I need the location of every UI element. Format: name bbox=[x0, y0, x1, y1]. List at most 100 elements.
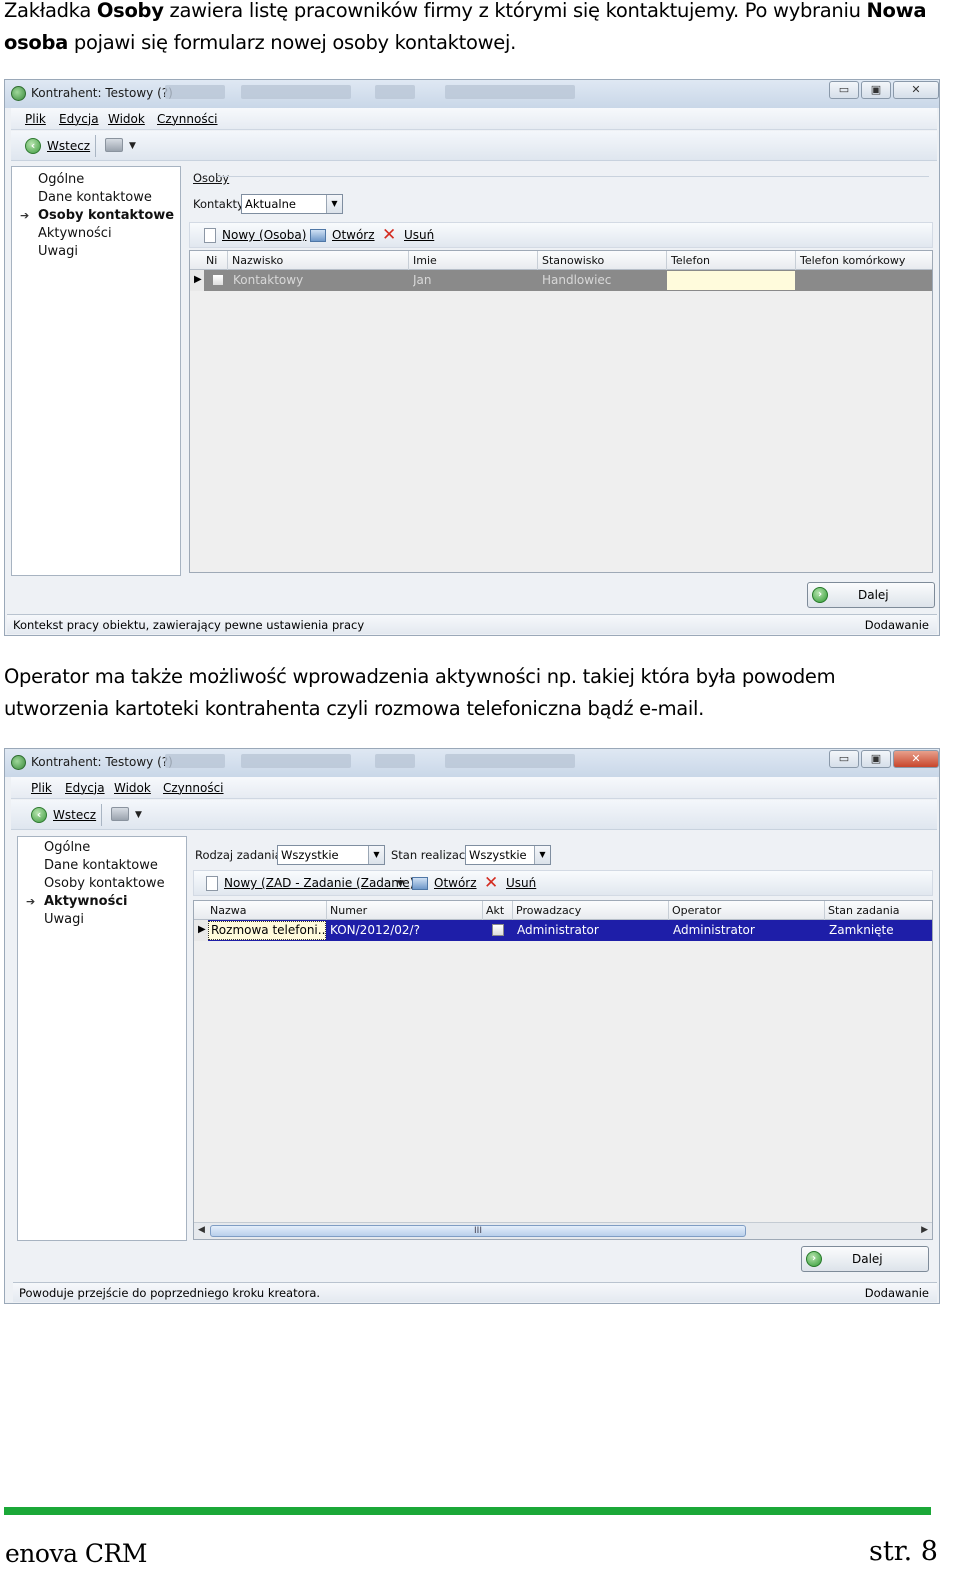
nav-aktywnosci[interactable]: Aktywności bbox=[44, 894, 128, 909]
scroll-right-icon[interactable]: ▶ bbox=[921, 1225, 928, 1235]
chevron-down-icon[interactable]: ▼ bbox=[135, 810, 142, 820]
cell-prowadzacy[interactable]: Administrator bbox=[517, 923, 667, 937]
col-nazwa[interactable]: Nazwa bbox=[210, 904, 246, 917]
col-telefon-komorkowy[interactable]: Telefon komórkowy bbox=[800, 254, 905, 267]
cell-imie[interactable]: Jan bbox=[413, 273, 533, 287]
row-checkbox[interactable] bbox=[212, 274, 224, 286]
printer-icon[interactable] bbox=[111, 807, 129, 821]
menu-plik[interactable]: Plik bbox=[25, 112, 46, 126]
table-row[interactable]: ▶ Kontaktowy Jan Handlowiec bbox=[190, 270, 932, 291]
nav-dane-kontaktowe[interactable]: Dane kontaktowe bbox=[44, 858, 158, 873]
nav-osoby-kontaktowe[interactable]: Osoby kontaktowe bbox=[38, 208, 174, 223]
nav-osoby-kontaktowe[interactable]: Osoby kontaktowe bbox=[44, 876, 165, 891]
chevron-down-icon[interactable]: ▼ bbox=[129, 141, 136, 151]
status-bar: Kontekst pracy obiektu, zawierający pewn… bbox=[7, 614, 937, 634]
nav-ogolne[interactable]: Ogólne bbox=[38, 172, 84, 187]
back-button[interactable]: Wstecz bbox=[53, 808, 96, 822]
maximize-button[interactable]: ▣ bbox=[861, 81, 891, 99]
contacts-filter-select[interactable]: Aktualne ▼ bbox=[241, 194, 343, 214]
col-stan-zadania[interactable]: Stan zadania bbox=[828, 904, 900, 917]
group-divider bbox=[217, 176, 929, 177]
header-separator bbox=[512, 901, 513, 920]
minimize-button[interactable]: ▭ bbox=[829, 750, 859, 768]
forward-arrow-icon: › bbox=[806, 1251, 822, 1267]
cell-operator[interactable]: Administrator bbox=[673, 923, 823, 937]
menu-czynnosci[interactable]: Czynności bbox=[157, 112, 218, 126]
row-pointer-icon: ▶ bbox=[194, 274, 202, 285]
chevron-down-icon[interactable]: ▼ bbox=[397, 879, 404, 889]
scroll-thumb[interactable]: III bbox=[210, 1225, 746, 1237]
status-filter-select[interactable]: Wszystkie ▼ bbox=[465, 845, 551, 865]
section-nav: Ogólne Dane kontaktowe ➔ Osoby kontaktow… bbox=[11, 166, 181, 576]
chevron-down-icon[interactable]: ▼ bbox=[326, 195, 342, 213]
cell-nazwisko[interactable]: Kontaktowy bbox=[233, 273, 405, 287]
printer-icon[interactable] bbox=[105, 138, 123, 152]
nav-uwagi[interactable]: Uwagi bbox=[38, 244, 78, 259]
main-toolbar: ‹ Wstecz ▼ bbox=[11, 131, 937, 161]
minimize-button[interactable]: ▭ bbox=[829, 81, 859, 99]
header-separator bbox=[326, 901, 327, 920]
delete-x-icon: ✕ bbox=[382, 225, 397, 245]
new-person-button[interactable]: Nowy (Osoba) bbox=[222, 228, 306, 242]
header-separator bbox=[795, 251, 796, 270]
open-icon bbox=[412, 877, 428, 890]
nav-uwagi[interactable]: Uwagi bbox=[44, 912, 84, 927]
close-button[interactable]: ✕ bbox=[893, 750, 939, 768]
delete-button[interactable]: Usuń bbox=[506, 876, 536, 890]
menu-czynnosci[interactable]: Czynności bbox=[163, 781, 224, 795]
header-separator bbox=[666, 251, 667, 270]
horizontal-scrollbar[interactable]: ◀ III ▶ bbox=[194, 1222, 932, 1239]
open-button[interactable]: Otwórz bbox=[434, 876, 477, 890]
col-telefon[interactable]: Telefon bbox=[671, 254, 710, 267]
next-button[interactable]: › Dalej bbox=[801, 1246, 929, 1272]
menu-widok[interactable]: Widok bbox=[114, 781, 151, 795]
main-toolbar: ‹ Wstecz ▼ bbox=[11, 800, 937, 830]
nav-ogolne[interactable]: Ogólne bbox=[44, 840, 90, 855]
col-imie[interactable]: Imie bbox=[413, 254, 437, 267]
col-akt[interactable]: Akt bbox=[486, 904, 504, 917]
next-button[interactable]: › Dalej bbox=[807, 582, 935, 608]
status-mode: Dodawanie bbox=[864, 618, 929, 632]
delete-button[interactable]: Usuń bbox=[404, 228, 434, 242]
back-arrow-icon[interactable]: ‹ bbox=[31, 807, 47, 823]
cell-stanowisko[interactable]: Handlowiec bbox=[542, 273, 662, 287]
section-nav: Ogólne Dane kontaktowe Osoby kontaktowe … bbox=[17, 836, 187, 1241]
menu-widok[interactable]: Widok bbox=[108, 112, 145, 126]
nav-dane-kontaktowe[interactable]: Dane kontaktowe bbox=[38, 190, 152, 205]
chevron-down-icon[interactable]: ▼ bbox=[368, 846, 384, 864]
cell-numer[interactable]: KON/2012/02/? bbox=[330, 923, 480, 937]
cell-nazwa[interactable]: Rozmowa telefoni... bbox=[208, 921, 326, 940]
nav-aktywnosci[interactable]: Aktywności bbox=[38, 226, 112, 241]
back-button[interactable]: Wstecz bbox=[47, 139, 90, 153]
activities-paragraph: Operator ma także możliwość wprowadzenia… bbox=[4, 665, 836, 720]
open-button[interactable]: Otwórz bbox=[332, 228, 375, 242]
cell-stan-zadania[interactable]: Zamknięte bbox=[829, 923, 925, 937]
header-separator bbox=[482, 901, 483, 920]
new-task-button[interactable]: Nowy (ZAD - Zadanie (Zadanie)) bbox=[224, 876, 419, 890]
grid-toolbar: Nowy (ZAD - Zadanie (Zadanie)) ▼ Otwórz … bbox=[193, 870, 933, 896]
task-type-select[interactable]: Wszystkie ▼ bbox=[277, 845, 385, 865]
back-arrow-icon[interactable]: ‹ bbox=[25, 138, 41, 154]
forward-arrow-icon: › bbox=[812, 587, 828, 603]
col-operator[interactable]: Operator bbox=[672, 904, 721, 917]
title-bar: Kontrahent: Testowy (?) ▭ ▣ ✕ bbox=[5, 80, 939, 108]
menu-edycja[interactable]: Edycja bbox=[59, 112, 99, 126]
menu-plik[interactable]: Plik bbox=[31, 781, 52, 795]
cell-telefon[interactable] bbox=[667, 271, 795, 290]
row-checkbox[interactable] bbox=[492, 924, 504, 936]
col-stanowisko[interactable]: Stanowisko bbox=[542, 254, 604, 267]
activities-panel: Rodzaj zadania: Wszystkie ▼ Stan realiza… bbox=[191, 836, 935, 1241]
col-nazwisko[interactable]: Nazwisko bbox=[232, 254, 283, 267]
header-separator bbox=[668, 901, 669, 920]
col-ni[interactable]: Ni bbox=[206, 254, 217, 267]
delete-x-icon: ✕ bbox=[484, 873, 499, 893]
maximize-button[interactable]: ▣ bbox=[861, 750, 891, 768]
scroll-left-icon[interactable]: ◀ bbox=[198, 1225, 205, 1235]
text-run: Zakładka bbox=[4, 0, 97, 22]
col-numer[interactable]: Numer bbox=[330, 904, 367, 917]
col-prowadzacy[interactable]: Prowadzacy bbox=[516, 904, 581, 917]
chevron-down-icon[interactable]: ▼ bbox=[534, 846, 550, 864]
close-button[interactable]: ✕ bbox=[893, 81, 939, 99]
table-row[interactable]: ▶ Rozmowa telefoni... KON/2012/02/? Admi… bbox=[194, 920, 932, 941]
menu-edycja[interactable]: Edycja bbox=[65, 781, 105, 795]
